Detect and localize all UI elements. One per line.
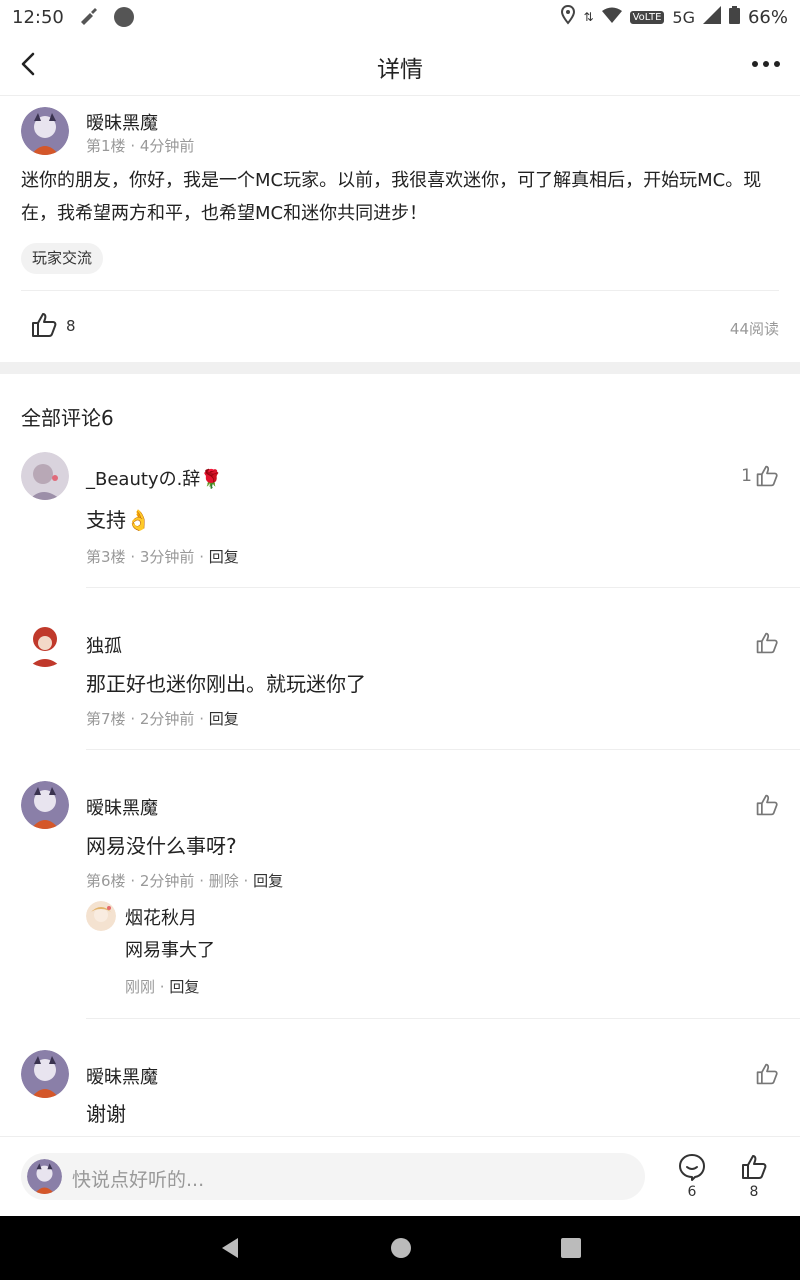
- comment-item: 独孤 那正好也迷你刚出。就玩迷你了 第7楼 · 2分钟前 · 回复: [0, 619, 800, 750]
- comment-input-bar: 快说点好听的... 6 8: [0, 1136, 800, 1216]
- commenter-avatar[interactable]: [21, 781, 69, 829]
- comment-floor: 第3楼: [86, 548, 126, 566]
- comment-meta: 第3楼 · 3分钟前 · 回复: [86, 548, 239, 566]
- reply-link[interactable]: 回复: [253, 872, 283, 890]
- like-button[interactable]: 8: [734, 1153, 774, 1203]
- commenter-name[interactable]: 暧昧黑魔: [86, 794, 158, 820]
- comment-meta: 第6楼 · 2分钟前 · 删除 · 回复: [86, 872, 284, 890]
- comment-time: 3分钟前: [139, 548, 195, 566]
- comment-like-button[interactable]: [755, 1062, 779, 1086]
- post-divider: [21, 290, 779, 291]
- more-button[interactable]: [750, 52, 782, 76]
- comment-like-button[interactable]: [755, 793, 779, 817]
- battery-level: 66%: [747, 6, 788, 28]
- comment-divider: [86, 749, 800, 750]
- comment-text: 那正好也迷你刚出。就玩迷你了: [86, 672, 366, 696]
- comment-bubble-icon: [679, 1154, 705, 1181]
- sub-reply-name[interactable]: 烟花秋月: [125, 904, 197, 930]
- comments-count: 6: [687, 1184, 697, 1200]
- volte-badge: VoLTE: [629, 10, 665, 24]
- delete-link[interactable]: 删除: [209, 872, 239, 890]
- post-meta: 第1楼 · 4分钟前: [86, 137, 195, 155]
- triangle-back-icon: [222, 1238, 238, 1258]
- comment-divider: [86, 1018, 800, 1019]
- more-dots-icon: [752, 61, 780, 67]
- post-like-button[interactable]: [30, 311, 58, 339]
- commenter-avatar[interactable]: [21, 452, 69, 500]
- comment-floor: 第7楼: [86, 710, 126, 728]
- nav-home-button[interactable]: [389, 1236, 413, 1260]
- network-type: 5G: [672, 7, 695, 27]
- commenter-avatar[interactable]: [21, 1050, 69, 1098]
- comment-item: 暧昧黑魔 谢谢: [0, 1050, 800, 1136]
- likes-count: 8: [749, 1184, 759, 1200]
- notification-dot-icon: [113, 7, 134, 27]
- data-arrows-icon: ⇅: [583, 10, 594, 24]
- battery-icon: [728, 5, 740, 29]
- comment-like-count: 1: [741, 466, 752, 486]
- comment-input[interactable]: 快说点好听的...: [21, 1153, 645, 1200]
- sub-reply-avatar[interactable]: [86, 901, 116, 931]
- comment-text: 谢谢: [86, 1102, 126, 1126]
- comment-text: 支持👌: [86, 508, 151, 532]
- thumbs-up-icon: [756, 794, 778, 816]
- top-bar: 详情: [0, 34, 800, 96]
- comment-text: 网易没什么事呀?: [86, 834, 237, 858]
- reply-link[interactable]: 回复: [169, 978, 199, 996]
- post-content: 迷你的朋友，你好，我是一个MC玩家。以前，我很喜欢迷你，可了解真相后，开始玩MC…: [21, 170, 762, 224]
- post-like-count: 8: [66, 317, 76, 335]
- post-read-count: 44阅读: [729, 320, 779, 338]
- comment-like-button[interactable]: [755, 464, 779, 488]
- comment-item: _Beautyの.辞🌹 1 支持👌 第3楼 · 3分钟前 · 回复: [0, 452, 800, 588]
- thumbs-up-icon: [756, 465, 778, 487]
- commenter-avatar[interactable]: [21, 619, 69, 667]
- location-icon: [560, 4, 576, 30]
- comment-divider: [86, 587, 800, 588]
- comment-time: 2分钟前: [139, 872, 195, 890]
- thumbs-up-icon: [756, 632, 778, 654]
- post-floor: 第1楼: [86, 137, 126, 155]
- commenter-name[interactable]: 独孤: [86, 632, 122, 658]
- square-recents-icon: [561, 1238, 581, 1258]
- comments-title: 全部评论6: [21, 406, 114, 430]
- comment-floor: 第6楼: [86, 872, 126, 890]
- comment-meta: 第7楼 · 2分钟前 · 回复: [86, 710, 239, 728]
- page-title: 详情: [377, 57, 423, 83]
- thumbs-up-icon: [742, 1155, 767, 1179]
- system-nav-bar: [0, 1216, 800, 1280]
- reply-link[interactable]: 回复: [209, 710, 239, 728]
- sub-reply-text: 网易事大了: [125, 940, 215, 961]
- cleaner-icon: [78, 5, 100, 30]
- sub-reply-time: 刚刚: [125, 978, 156, 996]
- comment-item: 暧昧黑魔 网易没什么事呀? 第6楼 · 2分钟前 · 删除 · 回复 烟花秋月 …: [0, 781, 800, 1019]
- my-avatar: [27, 1159, 62, 1194]
- status-time: 12:50: [12, 6, 64, 28]
- comments-button[interactable]: 6: [672, 1153, 712, 1203]
- post: 暧昧黑魔 第1楼 · 4分钟前 迷你的朋友，你好，我是一个MC玩家。以前，我很喜…: [0, 96, 800, 362]
- comment-time: 2分钟前: [139, 710, 195, 728]
- post-author-name[interactable]: 暧昧黑魔: [86, 109, 158, 135]
- post-author-avatar[interactable]: [21, 107, 69, 155]
- status-bar: 12:50 ⇅ VoLTE 5G 66%: [0, 0, 800, 34]
- commenter-name[interactable]: _Beautyの.辞🌹: [86, 465, 223, 491]
- post-time: 4分钟前: [139, 137, 195, 155]
- section-gap: [0, 362, 800, 374]
- circle-home-icon: [391, 1238, 411, 1258]
- nav-recents-button[interactable]: [559, 1236, 583, 1260]
- nav-back-button[interactable]: [218, 1236, 242, 1260]
- commenter-name[interactable]: 暧昧黑魔: [86, 1063, 158, 1089]
- reply-link[interactable]: 回复: [209, 548, 239, 566]
- thumbs-up-icon: [32, 313, 57, 337]
- sub-reply-meta: 刚刚 · 回复: [125, 978, 200, 996]
- wifi-icon: [601, 7, 622, 28]
- post-tag[interactable]: 玩家交流: [21, 243, 104, 274]
- comment-like-button[interactable]: [755, 631, 779, 655]
- signal-icon: [702, 5, 721, 29]
- comment-input-placeholder: 快说点好听的...: [72, 1169, 205, 1191]
- thumbs-up-icon: [756, 1063, 778, 1085]
